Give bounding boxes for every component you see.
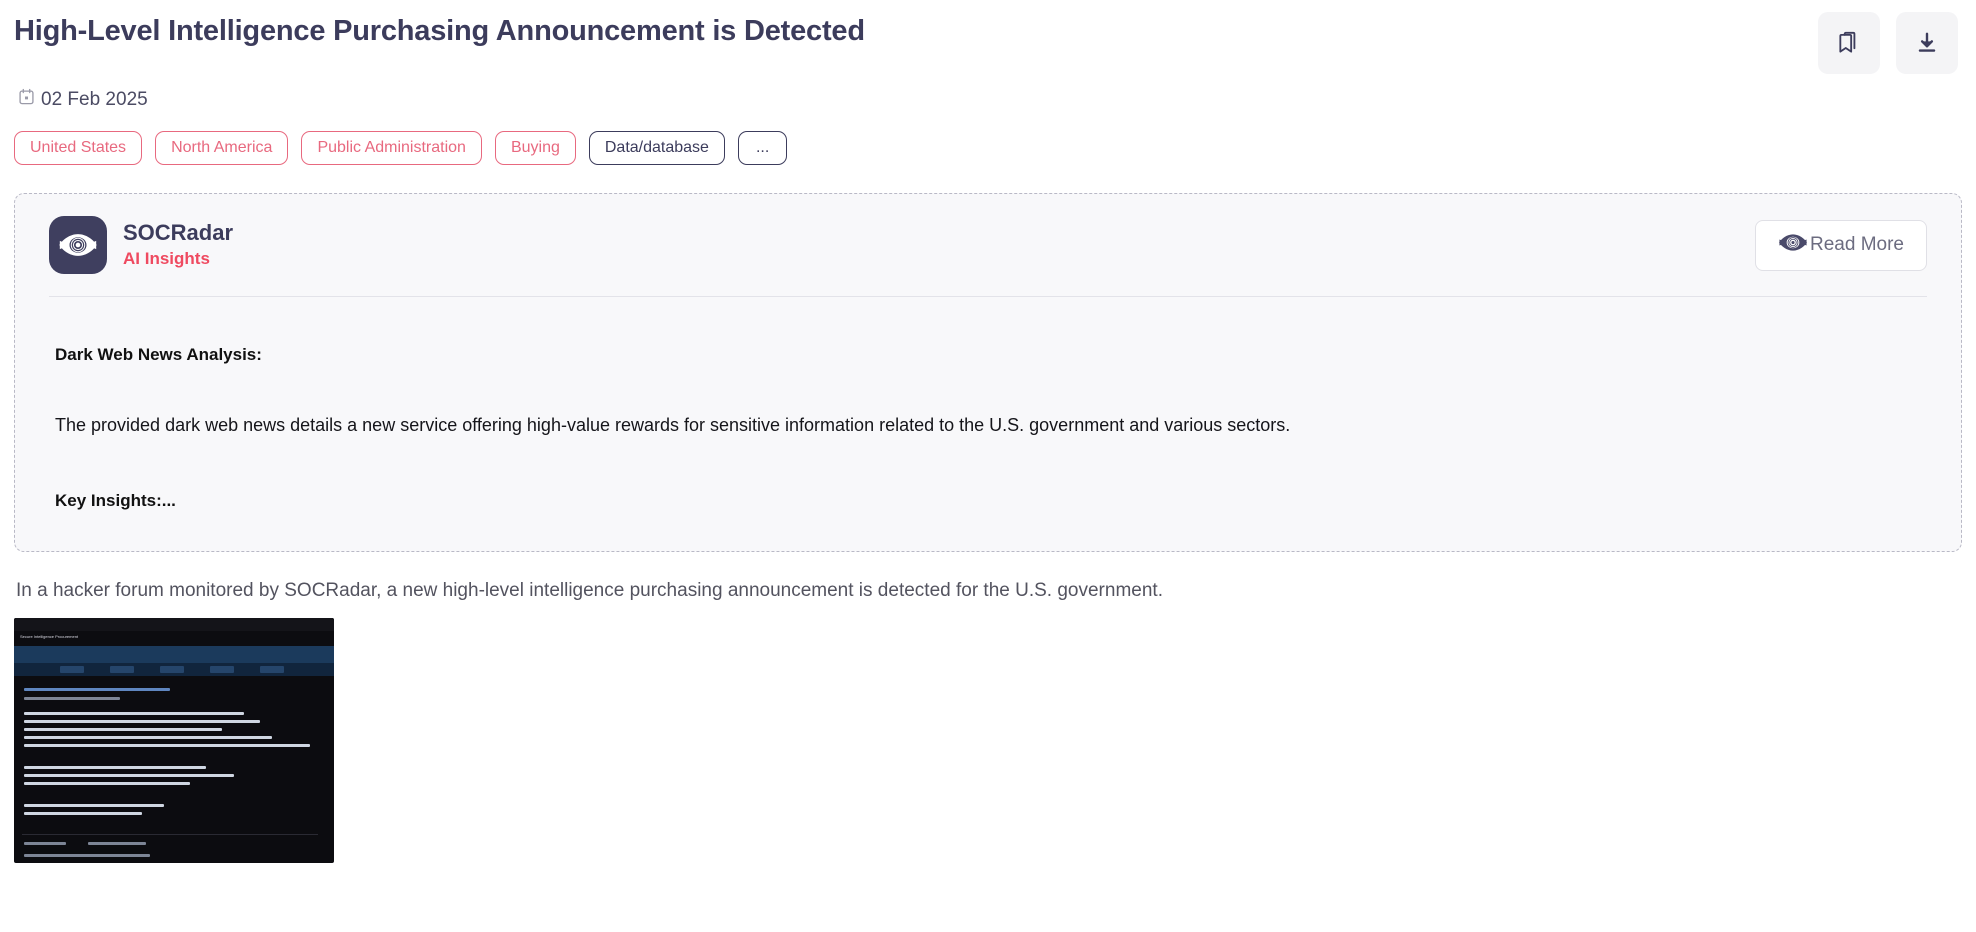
ai-insights-card: SOCRadar AI Insights Read More Dark Web … bbox=[14, 193, 1962, 553]
socradar-brand-text: SOCRadar AI Insights bbox=[123, 220, 233, 270]
screenshot-text-line bbox=[24, 841, 66, 845]
screenshot-window-title: Secure Intelligence Procurement bbox=[20, 633, 79, 639]
screenshot-window-bar bbox=[14, 617, 334, 631]
download-icon bbox=[1914, 30, 1940, 56]
screenshot-text-line bbox=[24, 803, 164, 807]
socradar-eye-icon bbox=[1778, 233, 1808, 258]
screenshot-text-line bbox=[88, 841, 146, 845]
screenshot-text-line bbox=[24, 735, 272, 739]
screenshot-chip bbox=[260, 665, 284, 673]
screenshot-text-line bbox=[24, 743, 310, 747]
tag-data-database[interactable]: Data/database bbox=[588, 131, 725, 165]
article-lead-text: In a hacker forum monitored by SOCRadar,… bbox=[16, 580, 1163, 602]
screenshot-text-line bbox=[24, 765, 206, 769]
screenshot-text-line bbox=[24, 773, 234, 777]
screenshot-chip bbox=[210, 665, 234, 673]
page-title: High-Level Intelligence Purchasing Annou… bbox=[14, 15, 865, 47]
screenshot-text-line bbox=[24, 711, 244, 715]
tag-public-administration[interactable]: Public Administration bbox=[301, 131, 482, 165]
screenshot-text-line bbox=[24, 811, 142, 815]
analysis-paragraph: The provided dark web news details a new… bbox=[55, 415, 1291, 435]
screenshot-nav-band bbox=[14, 645, 334, 663]
tag-list: United States North America Public Admin… bbox=[0, 111, 1976, 165]
screenshot-chip bbox=[110, 665, 134, 673]
screenshot-text-line bbox=[24, 687, 170, 691]
page-header: High-Level Intelligence Purchasing Annou… bbox=[0, 0, 1976, 74]
socradar-eye-logo-icon bbox=[49, 216, 107, 274]
download-button[interactable] bbox=[1896, 12, 1958, 74]
forum-post-screenshot[interactable]: Secure Intelligence Procurement bbox=[14, 617, 334, 863]
screenshot-text-line bbox=[24, 853, 150, 857]
bookmark-icon bbox=[1836, 30, 1862, 56]
tag-north-america[interactable]: North America bbox=[155, 131, 289, 165]
tag-buying[interactable]: Buying bbox=[494, 131, 576, 165]
key-insights-label: Key Insights:... bbox=[55, 491, 176, 511]
publish-date: 02 Feb 2025 bbox=[0, 74, 1976, 111]
screenshot-chip bbox=[60, 665, 84, 673]
tag-united-states[interactable]: United States bbox=[14, 131, 143, 165]
socradar-brand: SOCRadar AI Insights bbox=[49, 216, 233, 274]
ai-insights-card-header: SOCRadar AI Insights Read More bbox=[49, 216, 1927, 297]
screenshot-text-line bbox=[24, 696, 120, 700]
screenshot-text-line bbox=[24, 727, 222, 731]
tag-more-button[interactable]: ... bbox=[737, 131, 788, 165]
analysis-heading: Dark Web News Analysis: bbox=[55, 345, 262, 364]
article-detail-page: High-Level Intelligence Purchasing Annou… bbox=[0, 0, 1976, 932]
header-actions bbox=[1818, 12, 1958, 74]
calendar-icon bbox=[18, 88, 35, 111]
screenshot-text-line bbox=[24, 719, 260, 723]
screenshot-chip bbox=[160, 665, 184, 673]
ai-insights-card-body: Dark Web News Analysis: The provided dar… bbox=[49, 297, 1927, 511]
bookmark-button[interactable] bbox=[1818, 12, 1880, 74]
socradar-brand-name: SOCRadar bbox=[123, 220, 234, 246]
read-more-label: Read More bbox=[1810, 234, 1904, 255]
read-more-button[interactable]: Read More bbox=[1755, 219, 1927, 271]
screenshot-text-line bbox=[24, 781, 190, 785]
date-text: 02 Feb 2025 bbox=[41, 88, 148, 110]
socradar-brand-subtitle: AI Insights bbox=[123, 249, 210, 269]
screenshot-divider bbox=[22, 833, 318, 835]
